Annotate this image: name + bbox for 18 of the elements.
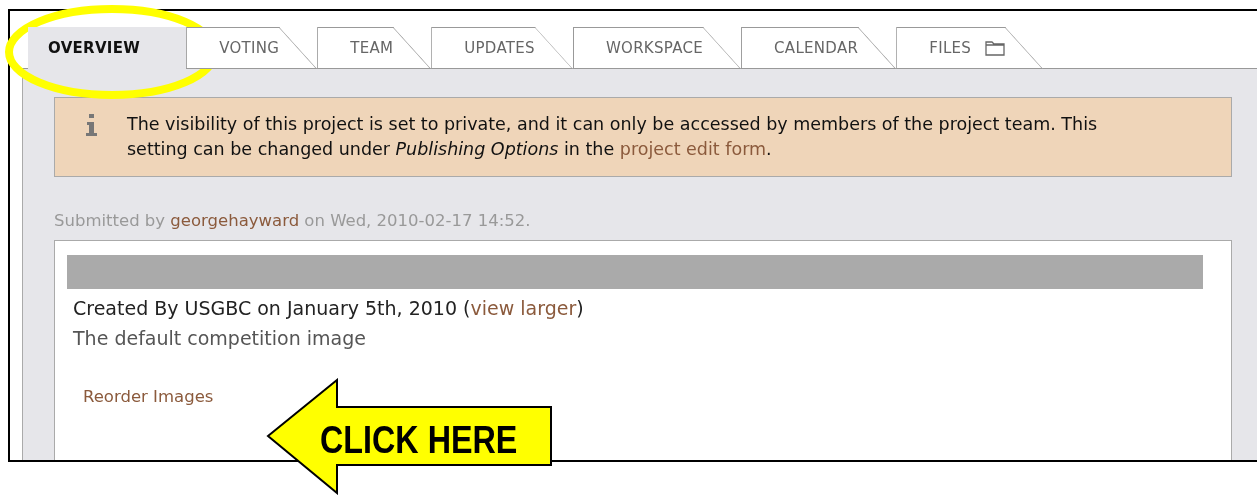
author-link[interactable]: georgehayward xyxy=(170,211,300,230)
image-caption: Created By USGBC on January 5th, 2010 (view larger) xyxy=(73,297,585,319)
tab[interactable]: FILES xyxy=(896,27,1044,69)
reorder-images-link[interactable]: Reorder Images xyxy=(83,387,214,406)
info-icon xyxy=(85,114,99,136)
tab[interactable]: WORKSPACE xyxy=(572,27,742,69)
tab[interactable]: UPDATES xyxy=(431,27,573,69)
image-description: The default competition image xyxy=(73,327,367,349)
project-edit-form-link[interactable]: project edit form xyxy=(619,139,767,159)
folder-icon xyxy=(985,40,1006,56)
tab[interactable]: VOTING xyxy=(186,27,318,69)
notice-text: The visibility of this project is set to private, and it can only be accessed by members of the project team. This setting can be changed under Publishing Options in the project edit form. xyxy=(127,113,1099,161)
tab[interactable]: CALENDAR xyxy=(741,27,897,69)
tab[interactable]: TEAM xyxy=(317,27,432,69)
tab[interactable]: OVERVIEW xyxy=(28,27,187,69)
callout-label: CLICK HERE xyxy=(320,418,518,462)
view-larger-link[interactable]: view larger xyxy=(470,297,577,319)
submitted-line: Submitted by georgehayward on Wed, 2010-02-17 14:52. xyxy=(54,211,532,230)
